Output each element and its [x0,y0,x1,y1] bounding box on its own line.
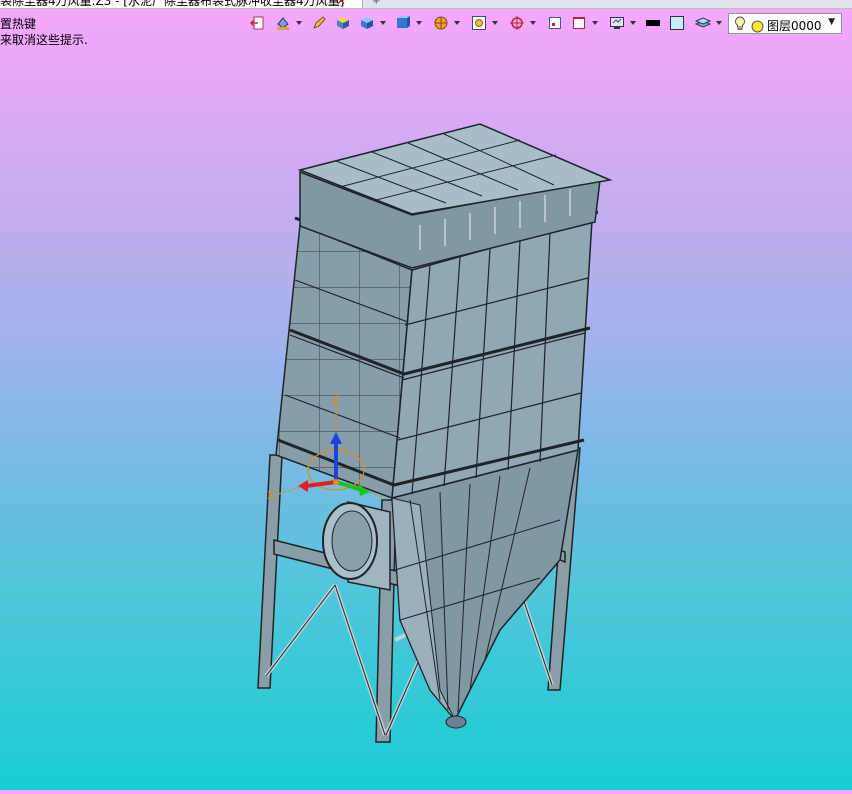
zoom-window-icon[interactable] [470,14,488,32]
layers-stack-icon[interactable] [694,14,712,32]
new-tab-icon[interactable]: + [372,0,380,7]
color-black-icon[interactable] [644,14,662,32]
axis-label-z: Z [332,392,340,405]
color-light-icon[interactable] [668,14,686,32]
solid-cube-icon[interactable] [358,14,376,32]
pencil-icon[interactable] [310,14,328,32]
layer-color-icon[interactable] [751,18,764,37]
document-tab-title: 袋除尘器4万风量.Z3 - [水泥厂除尘器布袋式脉冲收尘器4万风量] [0,0,345,8]
hint-line-1: 置热键 [0,17,37,31]
view-cube-icon[interactable] [394,14,412,32]
3d-viewport[interactable]: Z X [0,40,852,790]
paint-bucket-icon[interactable] [274,14,292,32]
axis-label-x: X [267,489,275,502]
dust-collector-model[interactable]: Z X [0,40,852,790]
document-tab[interactable]: 袋除尘器4万风量.Z3 - [水泥厂除尘器布袋式脉冲收尘器4万风量] [0,0,363,8]
exit-sketch-icon[interactable] [248,14,266,32]
sketch-frame-icon[interactable] [546,14,564,32]
display-settings-icon[interactable] [608,14,626,32]
render-sphere-icon[interactable] [432,14,450,32]
layer-selector[interactable]: 图层0000 ▼ [728,13,842,34]
layer-name: 图层0000 [767,19,822,33]
shaded-cube-icon[interactable] [334,14,352,32]
document-tab-bar: 袋除尘器4万风量.Z3 - [水泥厂除尘器布袋式脉冲收尘器4万风量] ✕ + [0,0,852,9]
bulb-icon[interactable] [734,16,746,35]
dimension-icon[interactable] [570,14,588,32]
target-origin-icon[interactable] [508,14,526,32]
layer-dropdown-arrow-icon[interactable]: ▼ [828,17,835,27]
tab-close-icon[interactable]: ✕ [336,0,346,8]
